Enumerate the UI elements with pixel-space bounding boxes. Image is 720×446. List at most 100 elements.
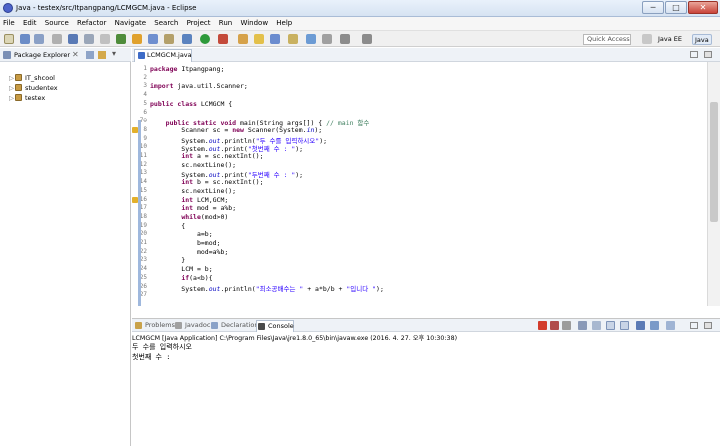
minimize-button[interactable]: ─ — [642, 1, 664, 14]
perspective-java-ee[interactable]: Java EE — [656, 34, 684, 45]
external-tools-icon[interactable] — [218, 34, 228, 44]
console-view[interactable]: LCMGCM [Java Application] C:\Program Fil… — [132, 332, 720, 446]
display-console-icon[interactable] — [650, 321, 659, 330]
menu-help[interactable]: Help — [273, 17, 295, 27]
new-java-project-icon[interactable] — [238, 34, 248, 44]
terminate-icon[interactable] — [538, 321, 547, 330]
menu-search[interactable]: Search — [151, 17, 181, 27]
tab-label: Declaration — [221, 321, 259, 329]
new-package-icon[interactable] — [254, 34, 264, 44]
editor-tab-lcmgcm[interactable]: LCMGCM.java — [134, 49, 192, 62]
line-number-gutter: 1 2 3 4 5 6 7⊖ 8 9 10 11 12 13 14 15 16 17 18 19 20 21 22 23 24… — [132, 62, 150, 306]
maximize-view-icon[interactable] — [704, 322, 712, 329]
link-editor-icon[interactable] — [98, 51, 106, 59]
code-line: if(a<b){ — [181, 273, 213, 282]
code-line: } — [150, 256, 186, 265]
minimize-view-icon[interactable] — [690, 51, 698, 58]
pin-console-icon[interactable] — [636, 321, 645, 330]
show-stderr-icon[interactable] — [620, 321, 629, 330]
menu-navigate[interactable]: Navigate — [112, 17, 149, 27]
open-perspective-icon[interactable] — [642, 34, 652, 44]
quick-access-input[interactable]: Quick Access — [583, 34, 631, 45]
code-editor[interactable]: 1 2 3 4 5 6 7⊖ 8 9 10 11 12 13 14 15 16 17 18 19 20 21 22 23 24… — [132, 62, 707, 306]
new-icon[interactable] — [4, 34, 14, 44]
minimize-view-icon[interactable] — [690, 322, 698, 329]
tab-console[interactable]: Console — [256, 320, 294, 332]
code-line: while(mod>0) — [181, 212, 229, 221]
menu-project[interactable]: Project — [184, 17, 214, 27]
menu-run[interactable]: Run — [216, 17, 235, 27]
menu-source[interactable]: Source — [42, 17, 72, 27]
menu-window[interactable]: Window — [237, 17, 271, 27]
line-number: 6 — [143, 108, 147, 116]
remove-launch-icon[interactable] — [550, 321, 559, 330]
package-explorer-panel: Package Explorer ✕ ▾ ▷ IT_shcool ▷ student… — [0, 48, 131, 446]
window-title: Java - testex/src/Itpangpang/LCMGCM.java… — [16, 4, 197, 12]
maximize-view-icon[interactable] — [704, 51, 712, 58]
change-indicator — [138, 120, 141, 306]
tree-item-testex[interactable]: ▷ testex — [9, 94, 45, 103]
tree-item-label: studentex — [25, 84, 58, 92]
project-icon — [15, 84, 22, 91]
remove-all-icon[interactable] — [562, 321, 571, 330]
main-toolbar: Quick Access Java EE Java — [0, 31, 720, 47]
code-line: public class LCMGCM { — [150, 99, 233, 108]
server-icon[interactable] — [116, 34, 126, 44]
toggle-icon[interactable] — [84, 34, 94, 44]
eclipse-app-icon — [3, 3, 13, 13]
tab-problems[interactable]: Problems — [134, 320, 175, 332]
annotation-icon[interactable] — [322, 34, 332, 44]
folder-icon[interactable] — [164, 34, 174, 44]
tool-icon[interactable] — [100, 34, 110, 44]
line-number: 2 — [143, 73, 147, 81]
tab-javadoc[interactable]: Javadoc — [174, 320, 210, 332]
project-icon — [15, 74, 22, 81]
code-line: a=b; — [150, 230, 213, 239]
menu-file[interactable]: File — [0, 17, 18, 27]
print-icon[interactable] — [52, 34, 62, 44]
menu-refactor[interactable]: Refactor — [74, 17, 109, 27]
run-icon[interactable] — [200, 34, 210, 44]
search-icon[interactable] — [306, 34, 316, 44]
console-launch-path: LCMGCM [Java Application] C:\Program Fil… — [132, 335, 458, 342]
package-explorer-icon — [3, 51, 11, 59]
code-line: int mod = a%b; — [181, 204, 237, 213]
tree-item-studentex[interactable]: ▷ studentex — [9, 84, 58, 93]
save-all-icon[interactable] — [34, 34, 44, 44]
maximize-button[interactable]: □ — [665, 1, 687, 14]
package-explorer-title[interactable]: Package Explorer — [14, 51, 70, 59]
debug-icon[interactable] — [182, 34, 192, 44]
show-stdout-icon[interactable] — [606, 321, 615, 330]
tab-declaration[interactable]: Declaration — [210, 320, 258, 332]
code-line: int a = sc.nextInt(); — [181, 152, 264, 160]
console-output-line: 두 수를 입력하시오 — [132, 343, 192, 351]
open-task-icon[interactable] — [288, 34, 298, 44]
editor-tab-bar: LCMGCM.java — [132, 48, 720, 62]
save-icon[interactable] — [20, 34, 30, 44]
new-class-icon[interactable] — [270, 34, 280, 44]
code-line: int b = sc.nextInt(); — [181, 178, 264, 187]
clear-console-icon[interactable] — [578, 321, 587, 330]
tree-item-label: IT_shcool — [25, 74, 55, 82]
console-icon — [258, 323, 265, 330]
open-type-icon[interactable] — [148, 34, 158, 44]
code-line: import java.util.Scanner; — [150, 82, 248, 91]
scroll-lock-icon[interactable] — [592, 321, 601, 330]
close-view-icon[interactable]: ✕ — [72, 50, 79, 59]
build-icon[interactable] — [132, 34, 142, 44]
editor-vertical-scrollbar[interactable] — [707, 62, 720, 306]
tree-item-it-shcool[interactable]: ▷ IT_shcool — [9, 74, 55, 83]
forward-icon[interactable] — [362, 34, 372, 44]
code-line: int LCM,GCM; — [181, 195, 229, 204]
view-menu-icon[interactable]: ▾ — [112, 49, 116, 58]
back-icon[interactable] — [340, 34, 350, 44]
code-line: mod=a%b; — [150, 247, 229, 256]
code-line: System.out.println("최소공배수는 " + a*b/b + "… — [150, 284, 384, 293]
open-console-icon[interactable] — [666, 321, 675, 330]
perspective-java[interactable]: Java — [692, 34, 712, 45]
skip-breakpoints-icon[interactable] — [68, 34, 78, 44]
collapse-all-icon[interactable] — [86, 51, 94, 59]
close-button[interactable]: ✕ — [688, 1, 718, 14]
scrollbar-thumb[interactable] — [710, 102, 718, 222]
menu-edit[interactable]: Edit — [20, 17, 40, 27]
